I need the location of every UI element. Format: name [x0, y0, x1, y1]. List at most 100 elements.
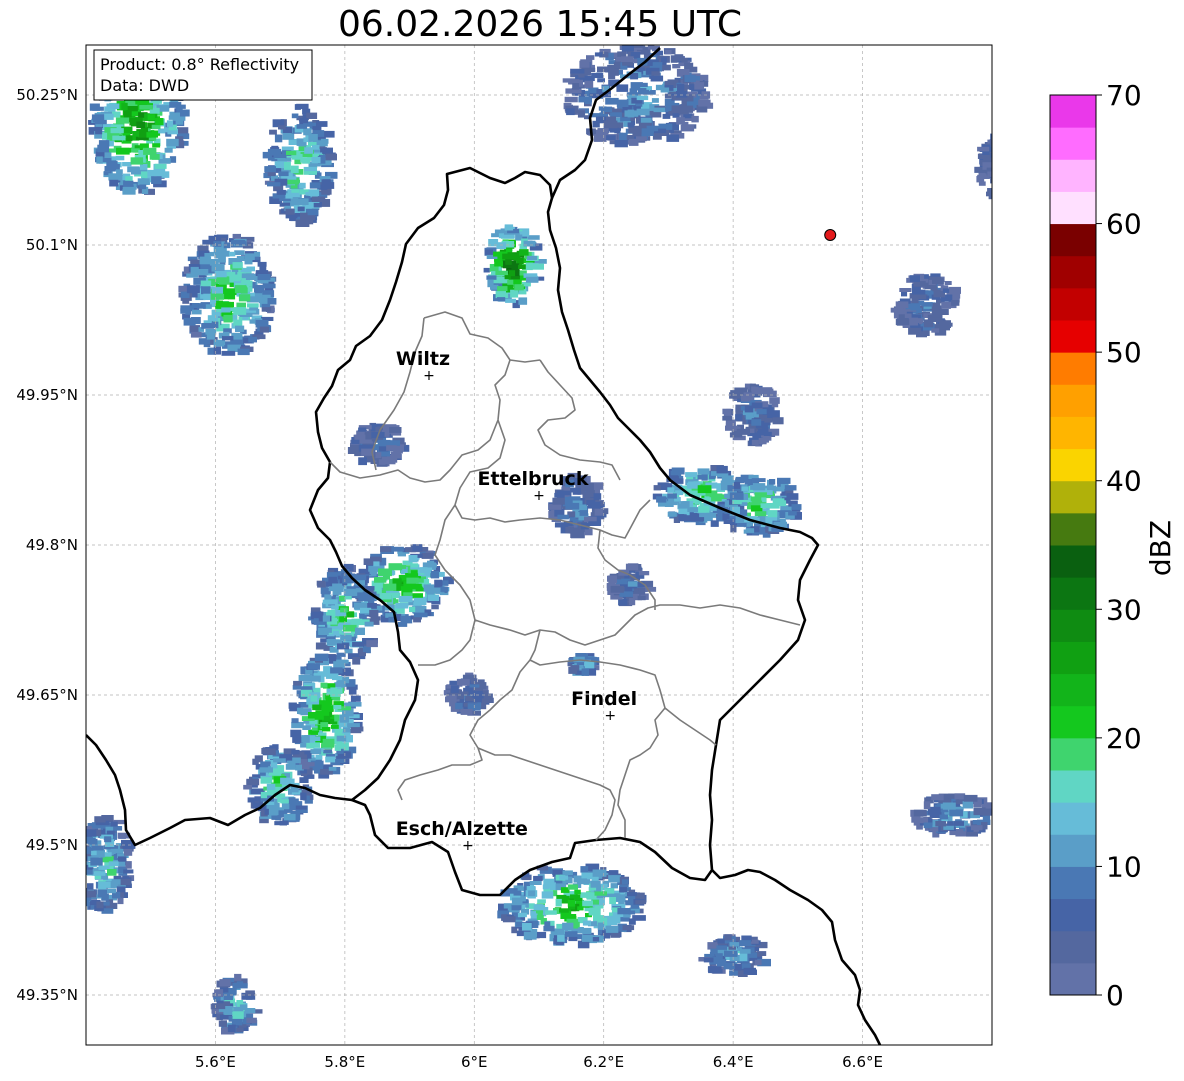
echo-pixel — [592, 120, 600, 128]
echo-pixel — [386, 445, 397, 451]
echo-pixel — [722, 408, 732, 415]
echo-pixel — [1004, 147, 1016, 152]
echo-pixel — [1005, 181, 1018, 187]
echo-pixel — [229, 251, 236, 257]
echo-pixel — [155, 118, 164, 126]
echo-pixel — [564, 931, 578, 937]
echo-pixel — [268, 807, 279, 816]
echo-pixel — [724, 934, 732, 941]
echo-pixel — [1031, 177, 1039, 181]
echo-pixel — [994, 189, 1006, 197]
echo-pixel — [104, 166, 115, 172]
echo-pixel — [1029, 146, 1038, 153]
echo-pixel — [266, 783, 276, 790]
echo-pixel — [292, 685, 302, 690]
echo-pixel — [246, 266, 255, 272]
echo-pixel — [597, 922, 605, 930]
echo-pixel — [1033, 164, 1046, 171]
echo-pixel — [710, 520, 719, 527]
echo-pixel — [1035, 148, 1043, 155]
echo-pixel — [139, 184, 147, 190]
echo-pixel — [1028, 136, 1035, 142]
echo-pixel — [725, 425, 739, 431]
echo-pixel — [106, 103, 120, 109]
echo-pixel — [913, 809, 927, 817]
echo-pixel — [303, 128, 312, 136]
echo-pixel — [104, 852, 112, 857]
echo-pixel — [112, 135, 126, 141]
echo-pixel — [186, 285, 200, 294]
echo-pixel — [340, 607, 348, 613]
echo-pixel — [1010, 122, 1017, 129]
echo-pixel — [638, 587, 646, 595]
echo-pixel — [1005, 152, 1018, 159]
echo-pixel — [734, 481, 741, 489]
echo-pixel — [124, 848, 133, 856]
echo-pixel — [306, 742, 315, 749]
lat-tick-label: 50.1°N — [26, 236, 78, 254]
echo-pixel — [697, 485, 712, 494]
echo-pixel — [636, 108, 650, 116]
echo-pixel — [205, 329, 217, 335]
echo-pixel — [456, 678, 470, 686]
echo-pixel — [111, 826, 123, 831]
echo-pixel — [994, 190, 1003, 195]
echo-pixel — [941, 301, 951, 309]
echo-pixel — [771, 402, 779, 408]
echo-pixel — [1035, 168, 1045, 174]
echo-pixel — [608, 575, 617, 584]
echo-pixel — [1017, 166, 1026, 170]
echo-pixel — [529, 881, 542, 885]
echo-pixel — [1017, 192, 1026, 200]
lon-tick-label: 6.4°E — [713, 1053, 754, 1071]
echo-pixel — [380, 546, 392, 552]
echo-pixel — [722, 513, 730, 521]
echo-pixel — [301, 735, 310, 743]
echo-pixel — [323, 749, 333, 754]
echo-pixel — [511, 263, 520, 270]
echo-pixel — [259, 326, 270, 333]
echo-pixel — [667, 511, 677, 517]
lat-tick-label: 49.8°N — [26, 536, 78, 554]
lat-tick-label: 49.5°N — [26, 836, 78, 854]
echo-pixel — [328, 766, 337, 771]
radar-map[interactable]: +Wiltz+Ettelbruck+Findel+Esch/Alzette 5.… — [0, 0, 1184, 1081]
info-box-source: Data: DWD — [100, 76, 189, 95]
echo-pixel — [699, 94, 709, 100]
echo-pixel — [1019, 128, 1028, 133]
echo-pixel — [1019, 192, 1026, 200]
echo-pixel — [315, 642, 326, 650]
echo-pixel — [511, 897, 523, 906]
echo-pixel — [430, 570, 440, 579]
echo-pixel — [992, 181, 1004, 188]
echo-pixel — [1000, 154, 1014, 161]
echo-pixel — [1016, 176, 1024, 181]
echo-pixel — [1013, 136, 1024, 142]
echo-pixel — [541, 891, 554, 899]
echo-pixel — [414, 605, 425, 614]
echo-pixel — [300, 212, 308, 221]
echo-pixel — [330, 689, 341, 697]
echo-pixel — [1008, 193, 1021, 199]
echo-pixel — [1023, 163, 1030, 170]
echo-pixel — [729, 492, 744, 500]
echo-pixel — [1002, 146, 1011, 154]
city-plus-marker: + — [462, 838, 474, 854]
echo-pixel — [890, 307, 904, 313]
echo-pixel — [254, 284, 265, 293]
echo-pixel — [621, 879, 629, 885]
echo-pixel — [667, 487, 675, 493]
echo-pixel — [330, 667, 343, 674]
echo-pixel — [751, 419, 762, 426]
echo-pixel — [758, 438, 767, 445]
echo-pixel — [308, 712, 318, 719]
lon-tick-label: 6°E — [461, 1053, 488, 1071]
echo-pixel — [510, 289, 519, 298]
echo-pixel — [306, 208, 319, 216]
echo-pixel — [788, 511, 797, 516]
echo-pixel — [1019, 196, 1027, 201]
echo-pixel — [122, 162, 132, 167]
echo-pixel — [246, 1017, 257, 1024]
echo-pixel — [514, 284, 524, 291]
echo-pixel — [628, 918, 636, 925]
